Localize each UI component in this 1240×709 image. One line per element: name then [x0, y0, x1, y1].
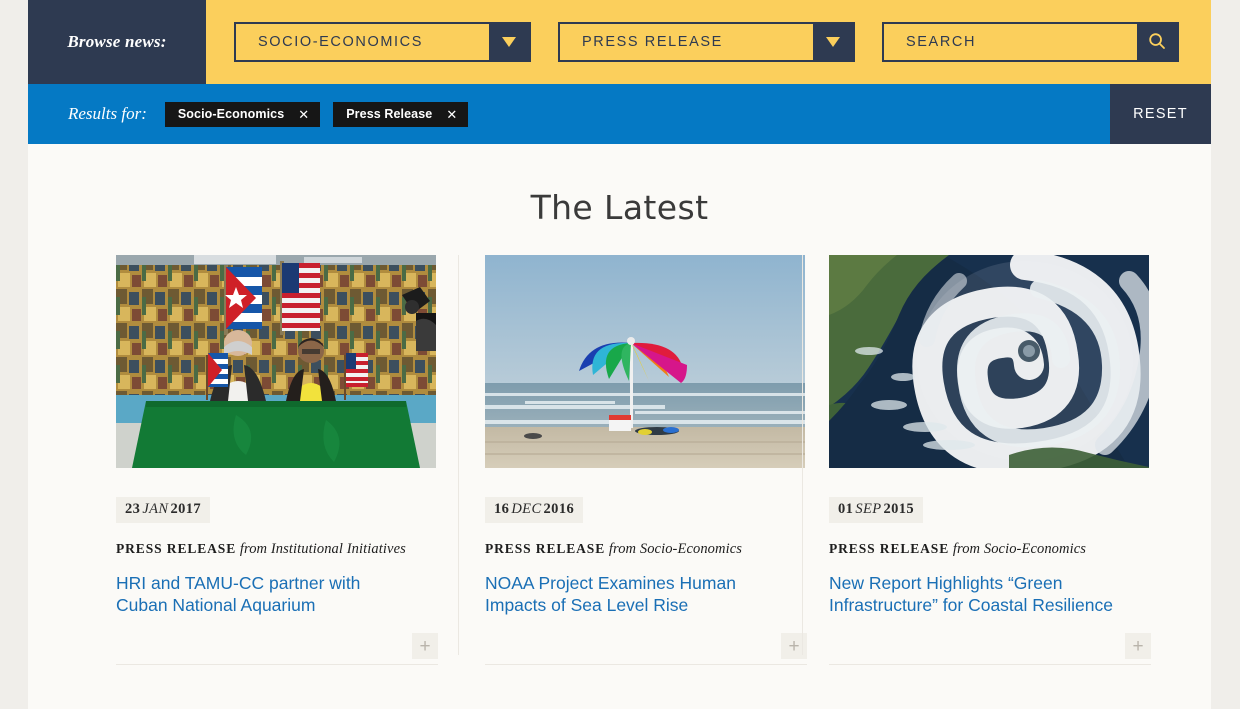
close-icon[interactable]: ✕ [446, 108, 457, 121]
active-filter-chips: Socio-Economics ✕ Press Release ✕ [164, 101, 469, 127]
page-content-column: Browse news: SOCIO-ECONOMICS PRESS RELEA… [28, 0, 1211, 709]
news-card-headline-link[interactable]: NOAA Project Examines Human Impacts of S… [485, 572, 780, 616]
category-select[interactable]: SOCIO-ECONOMICS [234, 22, 531, 62]
date-day: 01 [838, 501, 854, 517]
news-card-grid: 23 JAN 2017 PRESS RELEASE from Institution… [116, 255, 1151, 665]
news-card-headline-link[interactable]: HRI and TAMU-CC partner with Cuban Natio… [116, 572, 416, 616]
results-label: Results for: [68, 104, 147, 123]
news-card-thumbnail[interactable] [116, 255, 436, 468]
page-title: The Latest [530, 188, 709, 227]
search-submit-button[interactable] [1137, 24, 1177, 60]
reset-button[interactable]: RESET [1110, 84, 1211, 144]
search-input[interactable] [884, 24, 1137, 60]
news-card-source: from Socio-Economics [952, 541, 1087, 557]
news-card-thumbnail[interactable] [829, 255, 1149, 468]
date-month: JAN [142, 501, 169, 517]
divider [116, 664, 438, 665]
date-year: 2017 [170, 501, 202, 517]
news-card-type: PRESS RELEASE [116, 541, 237, 556]
search-box [882, 22, 1179, 62]
news-card: 01 SEP 2015 PRESS RELEASE from Socio-Econo… [802, 255, 1151, 665]
date-day: 23 [125, 501, 141, 517]
browse-label-box: Browse news: [28, 0, 206, 84]
chip-label: Press Release [346, 107, 433, 121]
chevron-down-icon[interactable] [489, 24, 529, 60]
results-bar: Results for: Socio-Economics ✕ Press Rel… [28, 84, 1211, 144]
filter-chip-socio-economics[interactable]: Socio-Economics ✕ [164, 101, 321, 127]
expand-icon[interactable]: + [412, 633, 438, 659]
chip-label: Socio-Economics [177, 107, 285, 121]
news-card-date: 23 JAN 2017 [116, 497, 211, 523]
browse-controls: SOCIO-ECONOMICS PRESS RELEASE [206, 22, 1179, 62]
news-card-footer: + [485, 631, 807, 665]
browse-bar: Browse news: SOCIO-ECONOMICS PRESS RELEA… [28, 0, 1211, 84]
news-card-type: PRESS RELEASE [485, 541, 606, 556]
filter-chip-press-release[interactable]: Press Release ✕ [333, 101, 469, 127]
search-icon [1148, 32, 1166, 53]
news-card-footer: + [829, 631, 1151, 665]
date-month: DEC [511, 501, 542, 517]
category-select-value: SOCIO-ECONOMICS [258, 34, 423, 50]
news-card-kicker: PRESS RELEASE from Institutional Initiat… [116, 541, 436, 558]
date-year: 2015 [883, 501, 915, 517]
news-card: 23 JAN 2017 PRESS RELEASE from Institution… [116, 255, 458, 665]
news-card-kicker: PRESS RELEASE from Socio-Economics [829, 541, 1124, 558]
date-day: 16 [494, 501, 510, 517]
news-card: 16 DEC 2016 PRESS RELEASE from Socio-Econo… [458, 255, 807, 665]
news-card-footer: + [116, 631, 438, 665]
news-card-type: PRESS RELEASE [829, 541, 950, 556]
divider [485, 664, 807, 665]
date-month: SEP [855, 501, 882, 517]
news-card-date: 16 DEC 2016 [485, 497, 584, 523]
date-year: 2016 [543, 501, 575, 517]
news-card-thumbnail[interactable] [485, 255, 805, 468]
divider [458, 255, 459, 655]
news-card-source: from Institutional Initiatives [239, 541, 406, 557]
news-card-source: from Socio-Economics [608, 541, 743, 557]
expand-icon[interactable]: + [1125, 633, 1151, 659]
divider [802, 255, 803, 655]
chevron-down-icon[interactable] [813, 24, 853, 60]
divider [829, 664, 1151, 665]
main-content: The Latest 23 JAN 2017 PRESS RELEASE fro… [28, 144, 1211, 709]
type-select-value: PRESS RELEASE [582, 34, 723, 50]
type-select[interactable]: PRESS RELEASE [558, 22, 855, 62]
news-card-kicker: PRESS RELEASE from Socio-Economics [485, 541, 780, 558]
close-icon[interactable]: ✕ [298, 108, 309, 121]
browse-label: Browse news: [67, 32, 167, 51]
news-card-headline-link[interactable]: New Report Highlights “Green Infrastruct… [829, 572, 1124, 616]
page-root: Browse news: SOCIO-ECONOMICS PRESS RELEA… [0, 0, 1240, 709]
news-card-date: 01 SEP 2015 [829, 497, 924, 523]
